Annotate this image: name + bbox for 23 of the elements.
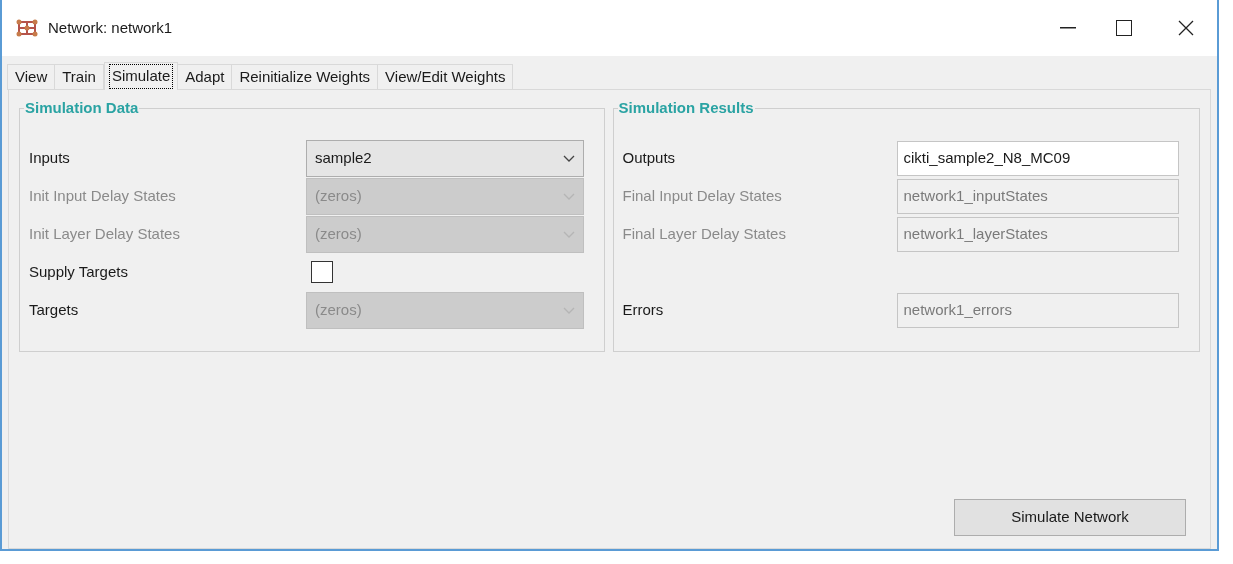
tab[interactable]: View/Edit Weights [377,64,514,90]
tab[interactable]: Train [54,64,104,90]
tab[interactable]: View [7,64,56,90]
minimize-icon [1060,27,1076,29]
field-label: Outputs [622,147,677,168]
field-label: Init Layer Delay States [29,223,181,244]
field-label: Supply Targets [29,261,129,282]
checkbox[interactable] [311,261,333,283]
simulate-network-button[interactable]: Simulate Network [954,499,1186,536]
text-field[interactable]: cikti_sample2_N8_MC09 [896,140,1179,176]
field-label: Init Input Delay States [29,185,177,206]
maximize-icon [1116,20,1132,36]
field-label: Inputs [29,147,71,168]
network-icon [16,19,38,37]
field-label: Final Layer Delay States [622,223,787,244]
field-label: Targets [29,299,80,320]
chevron-down-icon [562,154,575,162]
field-label: Final Input Delay States [622,185,783,206]
tab[interactable]: Simulate [103,62,179,90]
window-title: Network: network1 [48,17,173,38]
field-label: Errors [622,299,665,320]
dropdown[interactable]: sample2 [306,139,584,177]
close-icon [1178,20,1194,36]
